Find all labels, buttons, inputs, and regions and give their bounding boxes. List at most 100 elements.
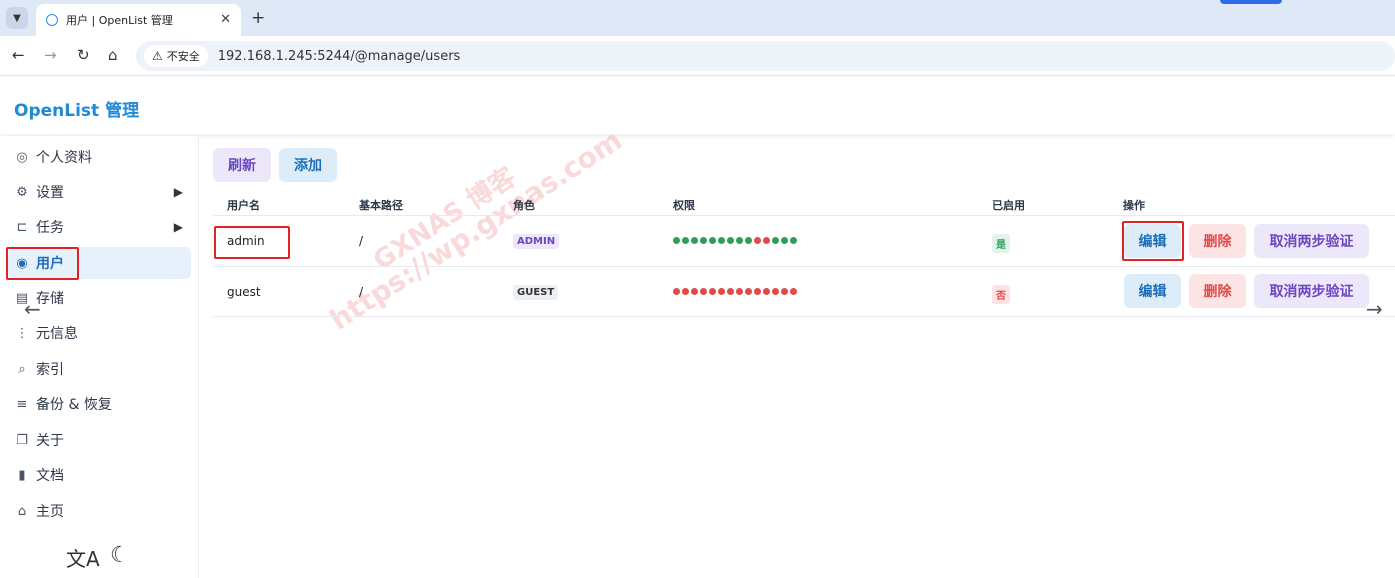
sidebar-item[interactable]: ⚙ 设置 ▶: [8, 176, 191, 208]
permission-dot: [763, 288, 770, 295]
permission-dot: [727, 237, 734, 244]
search-icon: ⌕: [18, 361, 26, 377]
translate-icon[interactable]: 文A: [66, 543, 100, 572]
book-icon: ▮: [18, 467, 26, 483]
permission-dots: [673, 288, 797, 295]
sidebar-item-label: 设置: [36, 185, 64, 201]
permission-dot: [763, 237, 770, 244]
sidebar-item[interactable]: ◎ 个人资料: [8, 141, 191, 173]
sidebar-item-label: 主页: [36, 504, 64, 520]
cancel-2fa-button[interactable]: 取消两步验证: [1254, 224, 1369, 258]
permission-dot: [709, 288, 716, 295]
row-base-path: /: [359, 285, 364, 299]
delete-button[interactable]: 删除: [1189, 224, 1246, 258]
permission-dot: [754, 288, 761, 295]
enabled-badge: 是: [992, 234, 1010, 253]
sidebar-item[interactable]: ❐ 关于: [8, 424, 191, 456]
permission-dot: [745, 237, 752, 244]
permission-dot: [700, 237, 707, 244]
sidebar-item[interactable]: ▮ 文档: [8, 459, 191, 491]
fingerprint-icon: ◎: [16, 149, 28, 165]
brand-title[interactable]: OpenList 管理: [14, 96, 139, 121]
sidebar-item-label: 备份 & 恢复: [36, 397, 112, 413]
new-tab-button[interactable]: +: [251, 8, 265, 28]
permission-dot: [736, 237, 743, 244]
permission-dot: [727, 288, 734, 295]
permission-dot: [673, 237, 680, 244]
security-chip[interactable]: ⚠ 不安全: [144, 45, 208, 67]
tasks-icon: ⊏: [16, 219, 28, 235]
expand-arrow-icon: ▶: [173, 220, 183, 234]
cancel-2fa-button[interactable]: 取消两步验证: [1254, 274, 1369, 308]
security-label: 不安全: [166, 50, 200, 63]
permission-dot: [691, 288, 698, 295]
browser-toolbar: ← → ↻ ⌂ ⚠ 不安全 192.168.1.245:5244/@manage…: [0, 36, 1395, 76]
permission-dot: [790, 237, 797, 244]
gear-icon: ⚙: [16, 184, 28, 200]
permission-dot: [691, 237, 698, 244]
header-username: 用户名: [227, 199, 260, 212]
header-enabled: 已启用: [992, 199, 1025, 212]
meta-icon: ⋮: [15, 325, 29, 341]
role-badge: GUEST: [513, 285, 559, 300]
enabled-badge: 否: [992, 285, 1010, 304]
copy-icon: ❐: [16, 432, 28, 448]
sidebar-item-label: 索引: [36, 362, 64, 378]
row-username: guest: [227, 285, 261, 299]
permission-dot: [682, 237, 689, 244]
delete-button[interactable]: 删除: [1189, 274, 1246, 308]
permission-dot: [673, 288, 680, 295]
page-back-arrow-icon[interactable]: ←: [24, 297, 41, 321]
sidebar-item[interactable]: ⊏ 任务 ▶: [8, 211, 191, 243]
header-role: 角色: [513, 199, 535, 212]
sidebar-item[interactable]: ⋮ 元信息: [8, 317, 191, 349]
permission-dot: [781, 288, 788, 295]
table-divider: [213, 215, 1395, 216]
tab-favicon-icon: [46, 14, 58, 26]
permission-dot: [772, 288, 779, 295]
back-arrow-icon[interactable]: ←: [12, 46, 25, 64]
table-divider: [213, 266, 1395, 267]
header-permissions: 权限: [673, 199, 695, 212]
database-icon: ≡: [16, 396, 28, 412]
tab-close-icon[interactable]: ✕: [220, 12, 231, 27]
browser-tab[interactable]: 用户 | OpenList 管理 ✕: [36, 4, 241, 36]
permission-dot: [781, 237, 788, 244]
table-divider: [213, 316, 1395, 317]
header-actions: 操作: [1123, 199, 1145, 212]
forward-arrow-icon[interactable]: →: [44, 46, 57, 64]
reload-icon[interactable]: ↻: [77, 46, 90, 64]
tab-title: 用户 | OpenList 管理: [66, 14, 173, 27]
permission-dot: [682, 288, 689, 295]
header-base-path: 基本路径: [359, 199, 403, 212]
add-button[interactable]: 添加: [279, 148, 337, 182]
permission-dot: [718, 237, 725, 244]
tab-search-button[interactable]: ▼: [6, 7, 28, 29]
permission-dot: [736, 288, 743, 295]
permission-dot: [709, 237, 716, 244]
sidebar-item[interactable]: ⌂ 主页: [8, 495, 191, 527]
permission-dot: [772, 237, 779, 244]
page-forward-arrow-icon[interactable]: →: [1366, 297, 1383, 321]
home-button-icon[interactable]: ⌂: [108, 46, 118, 64]
permission-dot: [790, 288, 797, 295]
browser-tabstrip: ▼ 用户 | OpenList 管理 ✕ +: [0, 0, 1395, 36]
permission-dot: [700, 288, 707, 295]
permission-dot: [754, 237, 761, 244]
sidebar-item[interactable]: ≡ 备份 & 恢复: [8, 388, 191, 420]
url-text[interactable]: 192.168.1.245:5244/@manage/users: [218, 49, 461, 64]
dark-mode-moon-icon[interactable]: ☾: [110, 543, 130, 568]
refresh-button[interactable]: 刷新: [213, 148, 271, 182]
sidebar-item-label: 关于: [36, 433, 64, 449]
home-icon: ⌂: [17, 503, 27, 519]
highlight-box-users: [6, 247, 79, 280]
permission-dots: [673, 237, 797, 244]
address-bar[interactable]: ⚠ 不安全 192.168.1.245:5244/@manage/users: [136, 41, 1395, 71]
sidebar-item-label: 元信息: [36, 326, 78, 342]
role-badge: ADMIN: [513, 234, 560, 249]
edit-button[interactable]: 编辑: [1124, 274, 1181, 308]
sidebar-item[interactable]: ⌕ 索引: [8, 353, 191, 385]
sidebar-item-label: 文档: [36, 468, 64, 484]
profile-indicator[interactable]: [1220, 0, 1282, 4]
permission-dot: [718, 288, 725, 295]
